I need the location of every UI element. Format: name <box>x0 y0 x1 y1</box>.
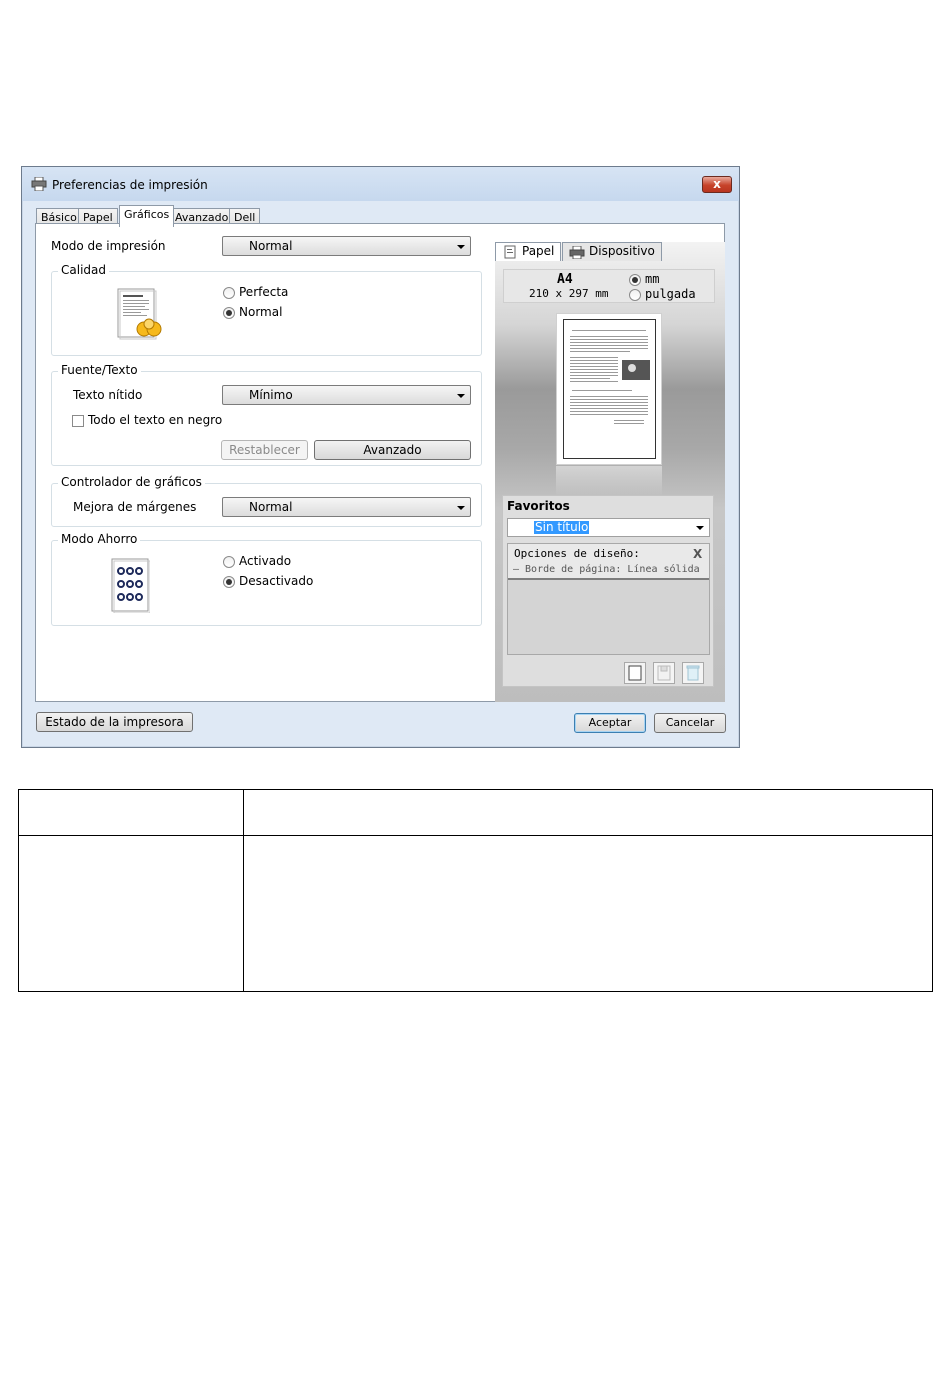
description-table <box>18 789 933 992</box>
save-favorite-button[interactable] <box>653 662 675 684</box>
close-button[interactable]: x <box>702 176 732 193</box>
printer-status-label: Estado de la impresora <box>45 715 184 729</box>
unit-pulgada-radio[interactable] <box>629 289 641 301</box>
document-quality-icon <box>117 288 162 340</box>
quality-normal-label: Normal <box>239 305 283 319</box>
page-preview-image <box>570 330 650 424</box>
close-icon[interactable]: X <box>693 547 702 561</box>
advanced-button[interactable]: Avanzado <box>314 440 471 460</box>
cancel-button[interactable]: Cancelar <box>654 713 726 733</box>
quality-group: Calidad Perfecta Normal <box>51 263 482 356</box>
favorites-options-list[interactable]: Opciones de diseño: X – Borde de página:… <box>507 543 710 655</box>
title-bar: Preferencias de impresión x <box>22 167 739 201</box>
font-text-group-title: Fuente/Texto <box>58 363 141 377</box>
print-mode-value: Normal <box>249 239 293 253</box>
eco-activado-radio[interactable] <box>223 556 235 568</box>
paper-name: A4 <box>557 272 573 287</box>
chevron-down-icon <box>457 394 465 398</box>
edge-enhancement-label: Mejora de márgenes <box>73 500 197 514</box>
sharp-text-label: Texto nítido <box>73 388 143 402</box>
font-text-group: Fuente/Texto Texto nítido Mínimo Todo el… <box>51 363 482 466</box>
eco-mode-group: Modo Ahorro Activado Desactivado <box>51 532 482 626</box>
quality-perfecta-radio[interactable] <box>223 287 235 299</box>
graphics-controller-group-title: Controlador de gráficos <box>58 475 205 489</box>
table-cell <box>243 789 933 836</box>
chevron-down-icon <box>696 526 704 530</box>
tab-graficos[interactable]: Gráficos <box>119 205 175 227</box>
layout-options-title: Opciones de diseño: <box>514 547 640 560</box>
tab-preview-dispositivo[interactable]: Dispositivo <box>562 242 662 261</box>
page-border-option: – Borde de página: Línea sólida <box>513 564 700 575</box>
window-title: Preferencias de impresión <box>52 178 208 192</box>
favorites-select[interactable]: Sin título <box>507 518 710 537</box>
eco-desactivado-radio[interactable] <box>223 576 235 588</box>
print-mode-select[interactable]: Normal <box>222 236 471 256</box>
tab-label: Dispositivo <box>589 244 655 258</box>
table-cell <box>18 835 244 992</box>
unit-pulgada-label: pulgada <box>645 287 696 301</box>
eco-dots-icon <box>111 558 150 613</box>
table-cell <box>18 789 244 836</box>
advanced-button-label: Avanzado <box>363 443 422 457</box>
ok-button-label: Aceptar <box>588 716 632 729</box>
graphics-controller-group: Controlador de gráficos Mejora de márgen… <box>51 475 482 527</box>
chevron-down-icon <box>457 506 465 510</box>
tab-label: Papel <box>522 244 555 258</box>
trash-icon <box>686 665 700 681</box>
delete-favorite-button[interactable] <box>682 662 704 684</box>
printer-status-button[interactable]: Estado de la impresora <box>36 712 193 732</box>
quality-normal-radio[interactable] <box>223 307 235 319</box>
all-text-black-checkbox[interactable] <box>72 415 84 427</box>
new-icon <box>628 665 642 681</box>
favorites-selected-value: Sin título <box>534 520 590 534</box>
print-preferences-dialog: Preferencias de impresión x Básico Papel… <box>21 166 740 748</box>
paper-size-info: A4 210 x 297 mm mm pulgada <box>503 269 715 303</box>
tab-label: Gráficos <box>124 208 170 221</box>
unit-mm-label: mm <box>645 272 660 286</box>
print-mode-label: Modo de impresión <box>51 239 166 253</box>
reset-button-label: Restablecer <box>229 443 300 457</box>
page-preview <box>556 313 662 465</box>
favorites-options-header: Opciones de diseño: X – Borde de página:… <box>508 544 709 580</box>
preview-panel: Papel Dispositivo A4 210 x 297 mm mm pul… <box>495 242 725 702</box>
sharp-text-value: Mínimo <box>249 388 293 402</box>
edge-enhancement-value: Normal <box>249 500 293 514</box>
paper-dimensions: 210 x 297 mm <box>529 287 609 300</box>
all-text-black-label: Todo el texto en negro <box>88 413 223 427</box>
close-icon: x <box>713 177 721 191</box>
eco-activado-label: Activado <box>239 554 292 568</box>
save-icon <box>657 665 671 681</box>
table-row <box>18 835 933 992</box>
favorites-panel: Favoritos Sin título Opciones de diseño:… <box>502 495 714 687</box>
page-preview-reflection <box>556 466 662 496</box>
tab-preview-papel[interactable]: Papel <box>495 242 562 261</box>
favorites-title: Favoritos <box>507 499 570 513</box>
page-preview-content <box>563 319 656 459</box>
cancel-button-label: Cancelar <box>665 716 715 729</box>
eco-desactivado-label: Desactivado <box>239 574 314 588</box>
table-row <box>18 789 933 836</box>
printer-icon <box>31 177 47 191</box>
table-cell <box>243 835 933 992</box>
new-favorite-button[interactable] <box>624 662 646 684</box>
ok-button[interactable]: Aceptar <box>574 713 646 733</box>
unit-mm-radio[interactable] <box>629 274 641 286</box>
tab-content-graficos: Modo de impresión Normal Calidad Perfect… <box>35 223 725 702</box>
printer-icon <box>569 246 585 259</box>
reset-button[interactable]: Restablecer <box>221 440 308 460</box>
quality-perfecta-label: Perfecta <box>239 285 289 299</box>
eco-mode-group-title: Modo Ahorro <box>58 532 141 546</box>
edge-enhancement-select[interactable]: Normal <box>222 497 471 517</box>
sharp-text-select[interactable]: Mínimo <box>222 385 471 405</box>
paper-icon <box>504 245 516 259</box>
quality-group-title: Calidad <box>58 263 109 277</box>
chevron-down-icon <box>457 245 465 249</box>
